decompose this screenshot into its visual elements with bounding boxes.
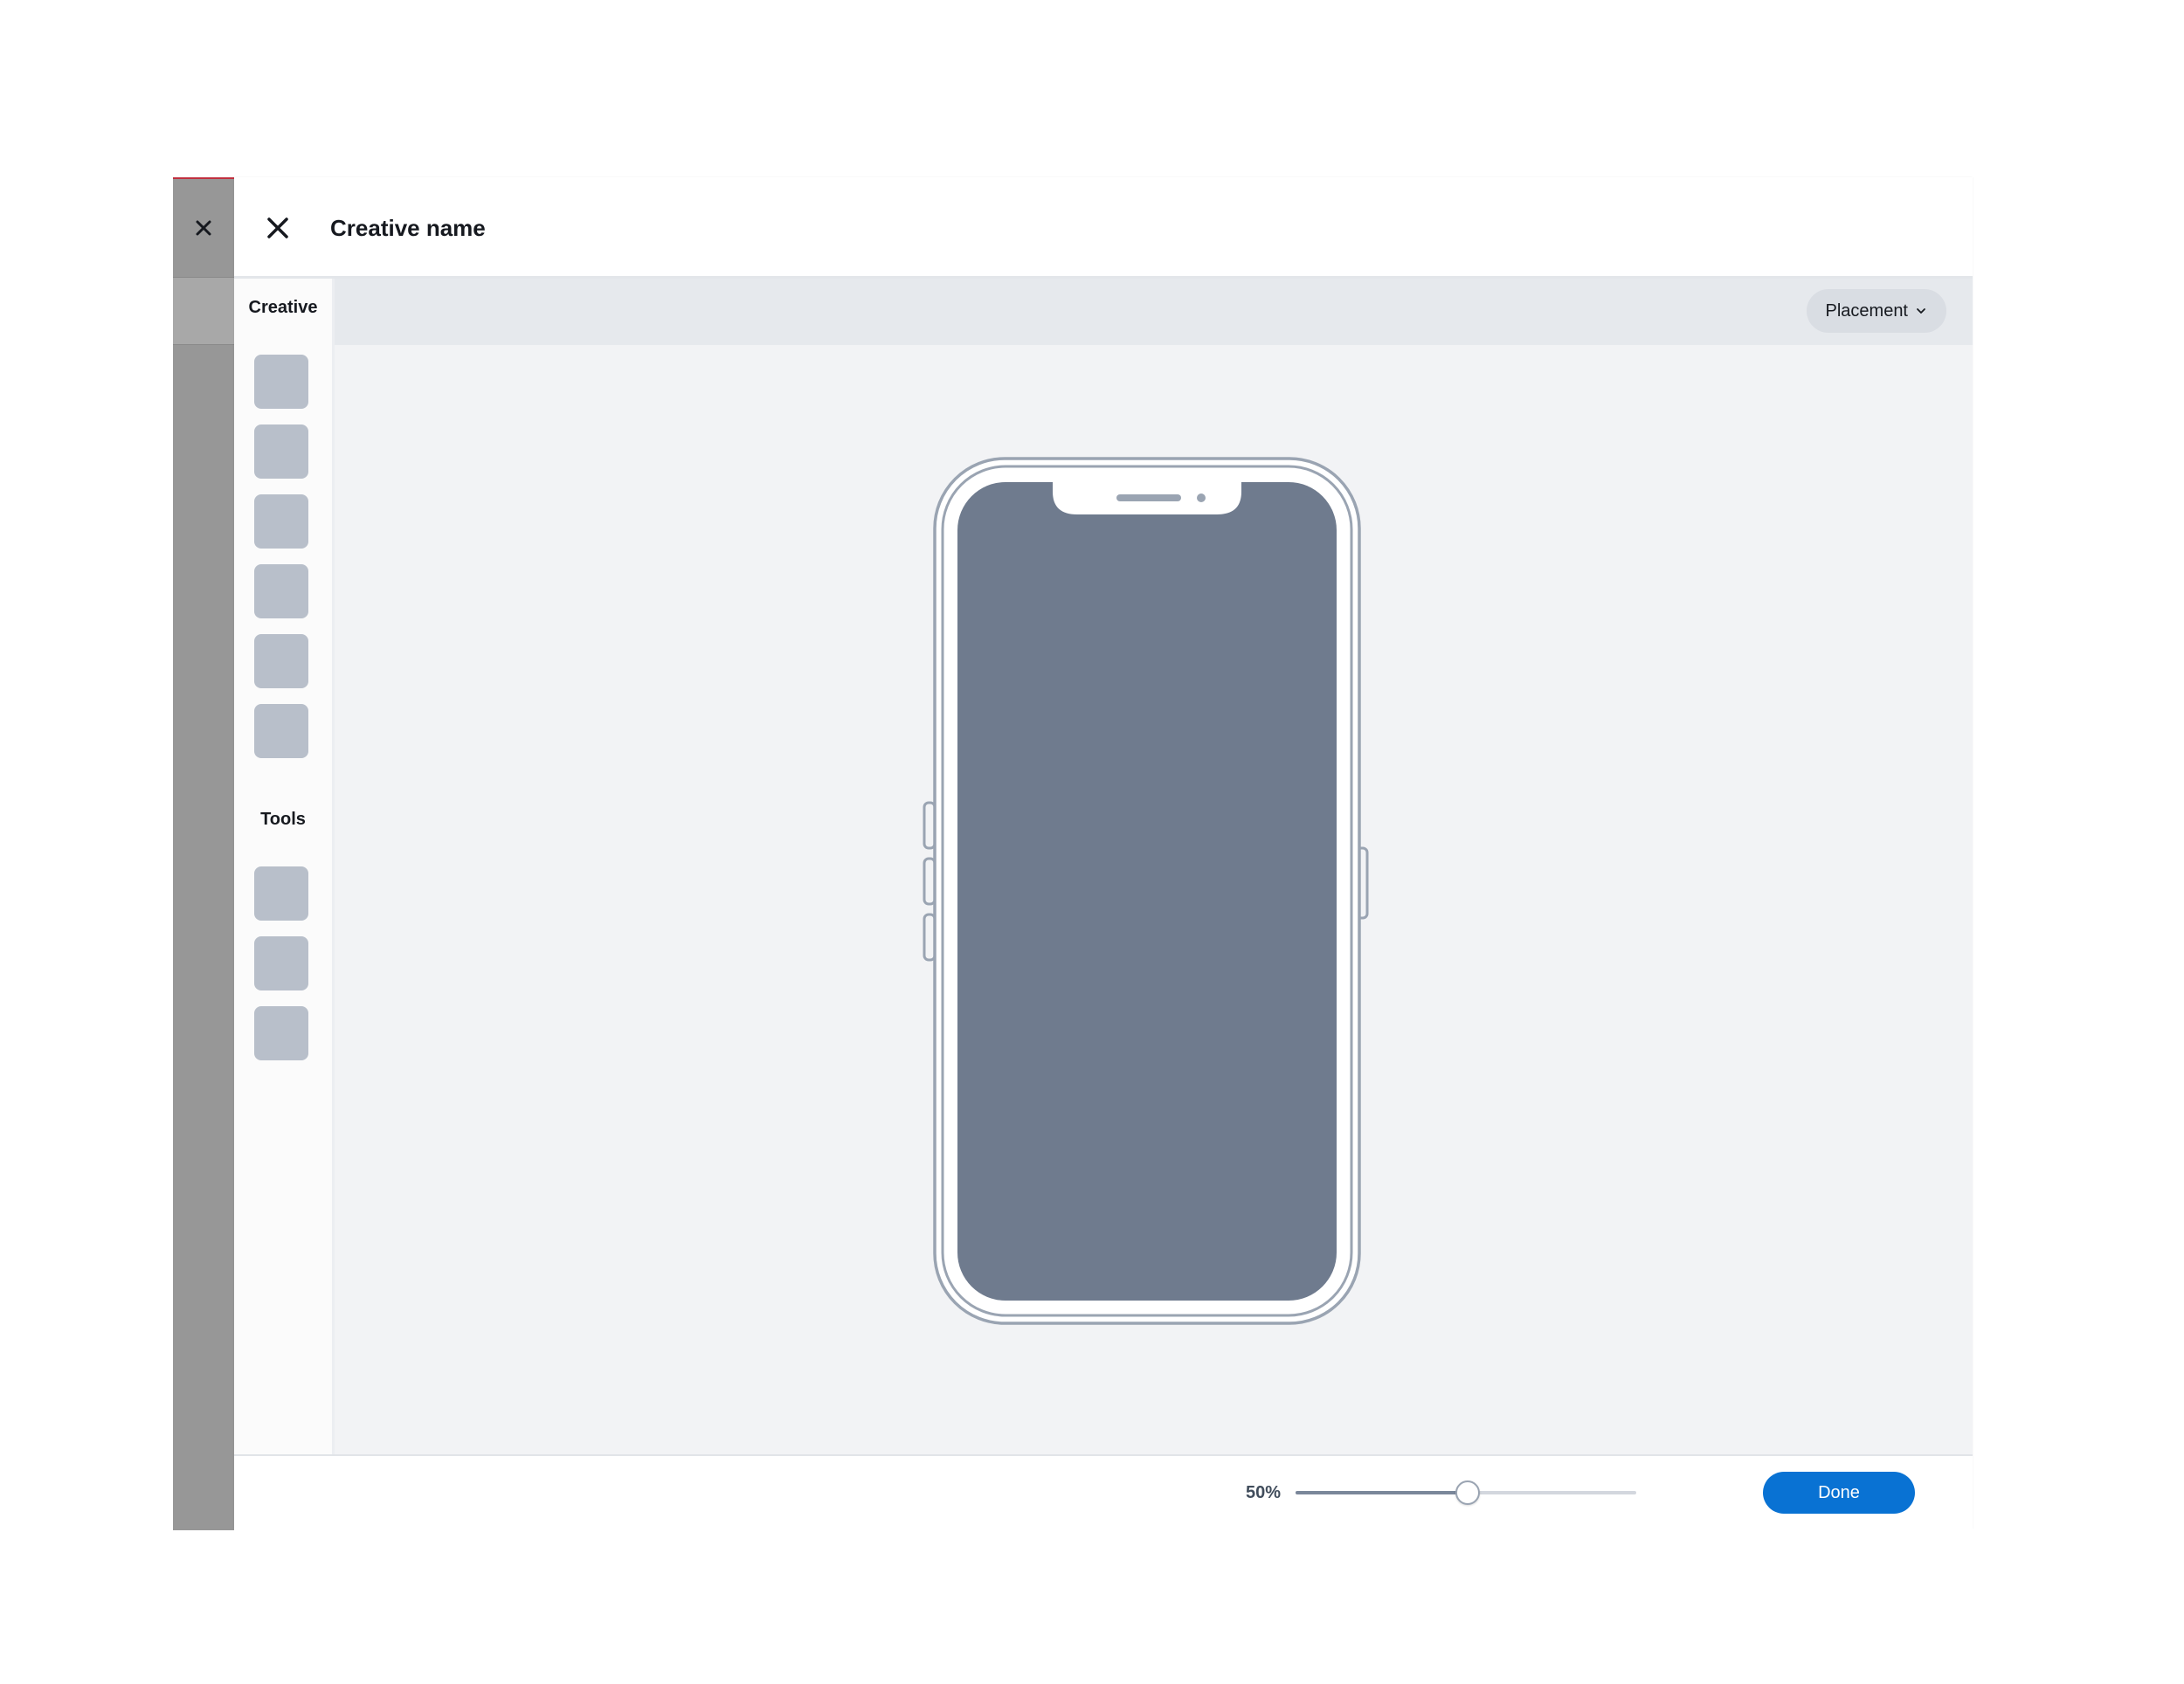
phone-screen	[957, 482, 1337, 1301]
phone-speaker	[1116, 494, 1181, 501]
phone-mockup	[923, 457, 1369, 1325]
done-button[interactable]: Done	[1763, 1472, 1915, 1514]
backdrop-band	[173, 277, 234, 345]
placement-dropdown[interactable]: Placement	[1806, 289, 1946, 333]
creative-tile[interactable]	[254, 494, 308, 549]
creative-tile[interactable]	[254, 704, 308, 758]
creative-editor-modal: Creative name Creative Tools Placement 5…	[234, 177, 1973, 1530]
creative-tile[interactable]	[254, 424, 308, 479]
placement-label: Placement	[1825, 300, 1909, 321]
preview-canvas: Placement	[335, 279, 1973, 1454]
close-icon	[196, 220, 211, 236]
zoom-label: 50%	[1246, 1483, 1282, 1502]
left-rail: Creative Tools	[234, 279, 335, 1454]
zoom-slider-thumb[interactable]	[1455, 1480, 1480, 1505]
tool-tile[interactable]	[254, 936, 308, 990]
phone-side-button	[923, 913, 936, 962]
creative-tile[interactable]	[254, 634, 308, 688]
phone-side-button	[923, 857, 936, 906]
chevron-down-icon	[1917, 308, 1925, 314]
tool-tile[interactable]	[254, 866, 308, 921]
rail-heading-tools: Tools	[260, 810, 306, 829]
backdrop-panel	[173, 177, 234, 1530]
backdrop-close-button[interactable]	[188, 212, 219, 244]
phone-camera	[1197, 493, 1206, 502]
close-icon	[267, 217, 288, 238]
rail-heading-creative: Creative	[248, 298, 318, 317]
creative-tile[interactable]	[254, 355, 308, 409]
zoom-slider-fill	[1296, 1491, 1466, 1494]
phone-side-button	[923, 801, 936, 850]
close-button[interactable]	[260, 210, 295, 245]
zoom-slider[interactable]	[1296, 1480, 1636, 1505]
tool-tile[interactable]	[254, 1006, 308, 1060]
page-title: Creative name	[330, 215, 486, 241]
modal-footer: 50% Done	[234, 1454, 1973, 1530]
creative-tile[interactable]	[254, 564, 308, 618]
canvas-toolbar: Placement	[335, 279, 1973, 345]
modal-header: Creative name	[234, 177, 1973, 279]
